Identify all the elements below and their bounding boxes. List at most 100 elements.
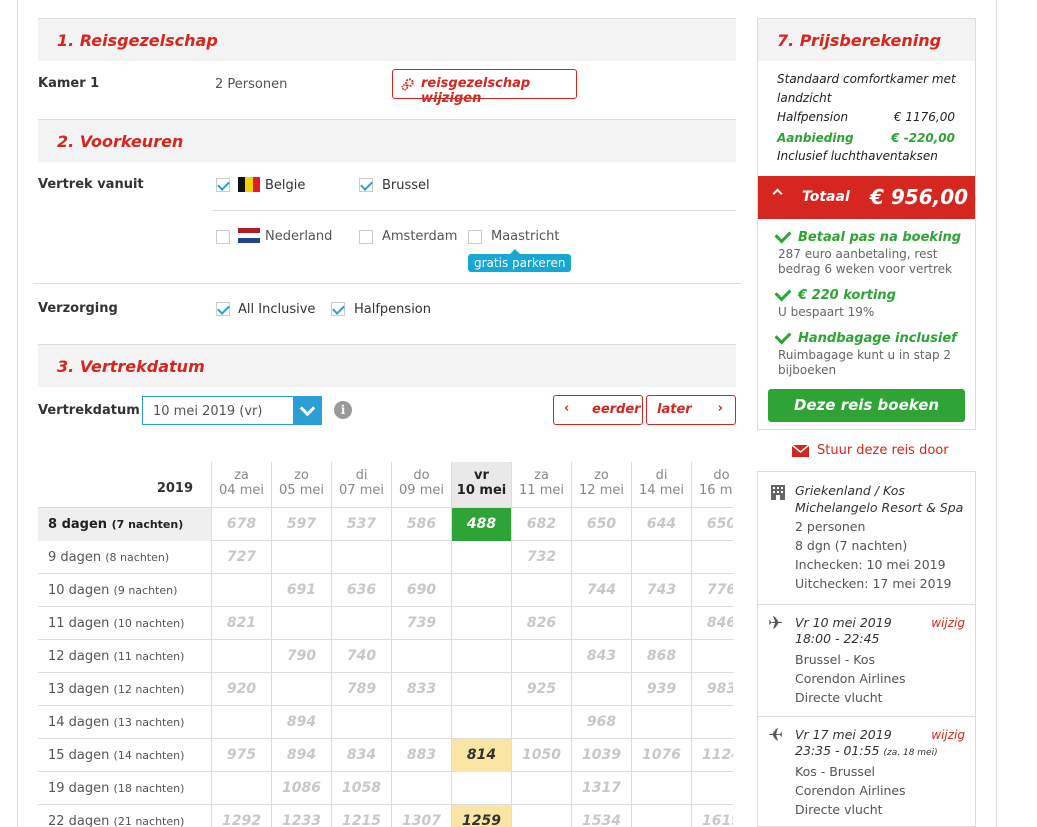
plane-icon: ✈ <box>768 725 784 746</box>
price-cell[interactable]: 883 <box>391 739 451 772</box>
price-cell[interactable]: 776 <box>691 574 733 607</box>
date-column-header[interactable]: di 14 mei <box>631 462 691 508</box>
price-cell[interactable]: 975 <box>211 739 271 772</box>
info-icon[interactable]: i <box>334 401 352 419</box>
price-cell[interactable]: 1124 <box>691 739 733 772</box>
chevron-down-icon[interactable] <box>293 396 322 425</box>
price-cell[interactable]: 650 <box>691 508 733 541</box>
flight-card-return: ✈ Vr 17 mei 2019 23:35 - 01:55 (za. 18 m… <box>757 716 976 827</box>
price-cell <box>691 706 733 739</box>
offer-label: Aanbieding <box>777 131 854 145</box>
edit-flight-link[interactable]: wijzig <box>931 728 965 742</box>
hotel-duration: 8 dgn (7 nachten) <box>795 538 908 553</box>
price-cell[interactable]: 1317 <box>571 772 631 805</box>
price-cell[interactable]: 1076 <box>631 739 691 772</box>
price-cell[interactable]: 789 <box>331 673 391 706</box>
price-cell[interactable]: 833 <box>391 673 451 706</box>
price-cell[interactable]: 644 <box>631 508 691 541</box>
price-cell[interactable]: 682 <box>511 508 571 541</box>
duration-row: 11 dagen (10 nachten)821739826846 <box>38 607 733 640</box>
book-trip-button[interactable]: Deze reis boeken <box>768 389 965 422</box>
later-button[interactable]: later › <box>646 395 736 425</box>
calendar-corner: 2019 <box>38 462 211 508</box>
price-cell[interactable]: 537 <box>331 508 391 541</box>
price-cell[interactable]: 1292 <box>211 805 271 827</box>
price-cell[interactable]: 1086 <box>271 772 331 805</box>
checkbox-nederland[interactable] <box>216 230 230 244</box>
date-column-header[interactable]: zo 05 mei <box>271 462 331 508</box>
change-party-button[interactable]: reisgezelschap wijzigen <box>392 69 577 106</box>
total-bar[interactable]: Totaal € 956,00 <box>758 176 975 219</box>
price-cell[interactable]: 678 <box>211 508 271 541</box>
price-cell[interactable]: 939 <box>631 673 691 706</box>
checkbox-belgie[interactable] <box>216 178 230 192</box>
price-cell[interactable]: 740 <box>331 640 391 673</box>
price-cell[interactable]: 743 <box>631 574 691 607</box>
price-cell[interactable]: 868 <box>631 640 691 673</box>
price-cell[interactable]: 826 <box>511 607 571 640</box>
price-cell[interactable]: 920 <box>211 673 271 706</box>
date-column-header[interactable]: zo 12 mei <box>571 462 631 508</box>
price-cell[interactable]: 1259 <box>451 805 511 827</box>
price-cell[interactable]: 1050 <box>511 739 571 772</box>
date-column-header[interactable]: do16 mei <box>691 462 733 508</box>
duration-label: 14 dagen (13 nachten) <box>38 706 211 739</box>
price-cell <box>271 673 331 706</box>
price-cell[interactable]: 744 <box>571 574 631 607</box>
column-date: 12 mei <box>579 483 624 498</box>
price-cell[interactable]: 690 <box>391 574 451 607</box>
price-cell[interactable]: 739 <box>391 607 451 640</box>
price-cell[interactable]: 1039 <box>571 739 631 772</box>
price-cell[interactable]: 968 <box>571 706 631 739</box>
checkbox-brussel[interactable] <box>359 178 373 192</box>
date-column-header[interactable]: do 09 mei <box>391 462 451 508</box>
section-title: 3. Vertrekdatum <box>57 357 205 376</box>
column-date: 16 mei <box>699 483 733 498</box>
price-cell[interactable]: 691 <box>271 574 331 607</box>
price-cell[interactable]: 1619 <box>691 805 733 827</box>
checkbox-amsterdam[interactable] <box>359 230 373 244</box>
price-cell[interactable]: 1058 <box>331 772 391 805</box>
price-cell <box>211 772 271 805</box>
price-cell[interactable]: 983 <box>691 673 733 706</box>
date-column-header[interactable]: di 07 mei <box>331 462 391 508</box>
plane-icon: ✈ <box>768 613 784 634</box>
price-cell[interactable]: 650 <box>571 508 631 541</box>
date-column-header[interactable]: vr 10 mei <box>451 462 511 508</box>
price-cell[interactable]: 727 <box>211 541 271 574</box>
price-cell[interactable]: 925 <box>511 673 571 706</box>
board-label: Verzorging <box>38 301 118 316</box>
duration-nights: (14 nachten) <box>113 749 185 762</box>
earlier-button[interactable]: ‹ eerder <box>553 395 643 425</box>
price-cell[interactable]: 636 <box>331 574 391 607</box>
checkbox-all-inclusive[interactable] <box>216 302 230 316</box>
price-cell[interactable]: 790 <box>271 640 331 673</box>
checkbox-maastricht[interactable] <box>468 230 482 244</box>
flight-airline: Corendon Airlines <box>795 671 906 686</box>
departure-date-select[interactable]: 10 mei 2019 (vr) <box>142 396 322 425</box>
price-cell[interactable]: 846 <box>691 607 733 640</box>
date-column-header[interactable]: za 04 mei <box>211 462 271 508</box>
price-cell[interactable]: 732 <box>511 541 571 574</box>
price-cell[interactable]: 597 <box>271 508 331 541</box>
price-cell[interactable]: 488 <box>451 508 511 541</box>
flight-date: Vr 10 mei 2019 <box>795 615 892 630</box>
checkbox-halfpension[interactable] <box>331 302 345 316</box>
price-cell[interactable]: 894 <box>271 706 331 739</box>
price-cell[interactable]: 894 <box>271 739 331 772</box>
price-cell <box>451 673 511 706</box>
departure-label: Vertrek vanuit <box>38 177 144 192</box>
price-cell[interactable]: 586 <box>391 508 451 541</box>
price-cell[interactable]: 1307 <box>391 805 451 827</box>
chevron-up-icon <box>772 188 783 199</box>
price-cell <box>571 673 631 706</box>
price-cell[interactable]: 1534 <box>571 805 631 827</box>
date-column-header[interactable]: za 11 mei <box>511 462 571 508</box>
edit-flight-link[interactable]: wijzig <box>931 616 965 630</box>
price-cell[interactable]: 1233 <box>271 805 331 827</box>
price-cell[interactable]: 1215 <box>331 805 391 827</box>
price-cell[interactable]: 814 <box>451 739 511 772</box>
price-cell[interactable]: 843 <box>571 640 631 673</box>
price-cell[interactable]: 834 <box>331 739 391 772</box>
price-cell[interactable]: 821 <box>211 607 271 640</box>
